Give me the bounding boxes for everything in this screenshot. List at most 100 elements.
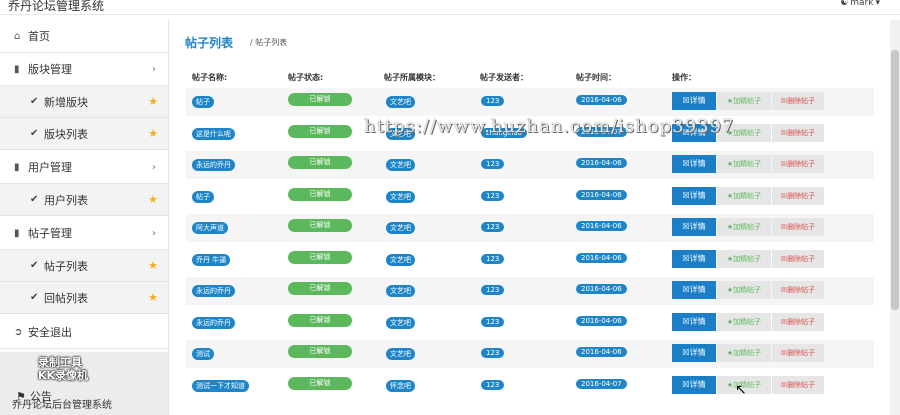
check-icon: ✔	[30, 128, 39, 139]
detail-button[interactable]: ☒详情	[672, 344, 716, 362]
detail-button[interactable]: ☒详情	[672, 375, 716, 394]
post-title[interactable]: 测试一下才知道	[192, 379, 249, 392]
sidebar-item-user-mgmt[interactable]: ▮ 用户管理 ›	[0, 151, 168, 184]
detail-button[interactable]: ☒详情	[672, 218, 716, 236]
pin-post-button[interactable]: ★加精帖子	[717, 218, 771, 236]
star-icon: ★	[148, 193, 158, 206]
pin-label: 加精帖子	[733, 223, 762, 231]
status-badge: 已解锁	[288, 219, 352, 232]
file-icon: ▮	[14, 227, 20, 239]
delete-label: 删除帖子	[787, 128, 816, 137]
sidebar-item-logout[interactable]: ➲ 安全退出	[0, 316, 168, 349]
table-row: 测试 已解锁 文艺吧 123 2016-04-06 ☒详情 ★加精帖子 ☒删除帖子	[186, 340, 874, 369]
sidebar-item-board-list[interactable]: ✔ 版块列表 ★	[0, 118, 168, 150]
pin-label: 加精帖子	[733, 128, 762, 137]
user-menu[interactable]: ☯ mark ▾	[840, 0, 880, 8]
pin-post-button[interactable]: ★加精帖子	[717, 344, 771, 362]
delete-post-button[interactable]: ☒删除帖子	[772, 92, 824, 110]
time-badge: 2016-04-06	[576, 315, 627, 326]
sidebar-item-label: 新增版块	[44, 95, 88, 109]
sidebar-item-post-list[interactable]: ✔ 帖子列表 ★	[0, 250, 168, 282]
detail-icon: ☒	[682, 159, 690, 168]
main-content: 帖子列表 / 帖子列表 帖子名称: 帖子状态: 帖子所属模块： 帖子发送者： 帖…	[174, 20, 890, 415]
delete-label: 删除帖子	[787, 254, 816, 263]
post-title[interactable]: 测试	[192, 348, 214, 360]
pin-post-button[interactable]: ★加精帖子	[717, 186, 771, 205]
detail-icon: ☒	[682, 253, 690, 263]
sidebar-item-post-mgmt[interactable]: ▮ 帖子管理 ›	[0, 217, 168, 250]
post-title[interactable]: 帖子	[192, 96, 214, 108]
sidebar-item-board-mgmt[interactable]: ▮ 版块管理 ›	[0, 53, 168, 86]
sidebar-item-reply-list[interactable]: ✔ 回帖列表 ★	[0, 282, 168, 314]
sidebar-item-label: 回帖列表	[44, 291, 88, 305]
detail-label: 详情	[689, 379, 706, 389]
delete-post-button[interactable]: ☒删除帖子	[772, 344, 824, 362]
sidebar-item-user-list[interactable]: ✔ 用户列表 ★	[0, 184, 168, 216]
sidebar-item-label: 用户列表	[44, 193, 88, 207]
detail-label: 详情	[689, 316, 706, 326]
pin-label: 加精帖子	[733, 191, 762, 200]
detail-button[interactable]: ☒详情	[672, 92, 716, 110]
status-badge: 已解锁	[288, 313, 352, 327]
sidebar-item-label: 用户管理	[28, 161, 72, 174]
detail-label: 详情	[689, 222, 706, 231]
status-badge: 已解锁	[288, 250, 352, 264]
module-badge: 文艺吧	[386, 222, 415, 234]
module-badge: 文艺吧	[386, 285, 415, 297]
scrollbar[interactable]	[890, 20, 900, 415]
scrollbar-thumb[interactable]	[891, 50, 899, 310]
delete-label: 删除帖子	[787, 286, 816, 294]
post-title[interactable]: 这是什么呢	[192, 127, 235, 140]
detail-icon: ☒	[682, 285, 690, 294]
sidebar-item-board-add[interactable]: ✔ 新增版块 ★	[0, 86, 168, 118]
delete-post-button[interactable]: ☒删除帖子	[772, 375, 824, 394]
delete-post-button[interactable]: ☒删除帖子	[772, 186, 824, 205]
time-badge: 2016-04-06	[576, 284, 627, 294]
post-title[interactable]: 永远的乔丹	[192, 285, 235, 297]
time-badge: 2016-04-06	[576, 347, 627, 357]
sidebar-item-label: 帖子列表	[44, 259, 88, 273]
logout-icon: ➲	[14, 326, 23, 338]
sidebar-item-label: 版块管理	[28, 63, 72, 76]
sidebar-item-label: 版块列表	[44, 127, 88, 141]
chevron-right-icon: ›	[152, 161, 156, 173]
sidebar-item-home[interactable]: ⌂ 首页	[0, 20, 168, 53]
time-badge: 2016-04-06	[576, 95, 627, 105]
post-title[interactable]: 乔丹 牛逼	[192, 253, 231, 266]
author-badge: 123	[481, 159, 505, 169]
delete-post-button[interactable]: ☒删除帖子	[772, 155, 824, 173]
pin-post-button[interactable]: ★加精帖子	[717, 312, 771, 331]
pin-label: 加精帖子	[733, 160, 762, 168]
table-row: 永远的乔丹 已解锁 文艺吧 123 2016-04-06 ☒详情 ★加精帖子 ☒删除帖子	[186, 151, 874, 180]
detail-button[interactable]: ☒详情	[672, 155, 716, 173]
page-title: 帖子列表	[185, 36, 234, 50]
post-title[interactable]: 帖子	[192, 190, 214, 203]
chevron-right-icon: ›	[152, 227, 156, 239]
sidebar-item-label: 帖子管理	[28, 227, 72, 240]
detail-button[interactable]: ☒详情	[672, 281, 716, 299]
delete-post-button[interactable]: ☒删除帖子	[772, 249, 824, 268]
time-badge: 2016-04-06	[576, 158, 627, 168]
module-badge: 怀念吧	[386, 379, 415, 392]
detail-label: 详情	[689, 159, 706, 168]
detail-label: 详情	[689, 190, 706, 200]
post-title[interactable]: 永远的乔丹	[192, 159, 235, 171]
status-badge: 已解锁	[288, 93, 352, 106]
detail-label: 详情	[689, 96, 706, 105]
table-row: 乔丹 牛逼 已解锁 文艺吧 123 2016-04-06 ☒详情 ★加精帖子 ☒删除帖子	[186, 245, 874, 275]
check-icon: ✔	[30, 292, 39, 303]
pin-post-button[interactable]: ★加精帖子	[717, 155, 771, 173]
delete-post-button[interactable]: ☒删除帖子	[772, 281, 824, 299]
delete-post-button[interactable]: ☒删除帖子	[772, 123, 824, 142]
pin-post-button[interactable]: ★加精帖子	[717, 281, 771, 299]
pin-post-button[interactable]: ★加精帖子	[717, 92, 771, 110]
detail-button[interactable]: ☒详情	[672, 186, 716, 205]
star-icon: ★	[148, 95, 158, 108]
detail-button[interactable]: ☒详情	[672, 249, 716, 268]
post-title[interactable]: 阿大声道	[192, 222, 228, 234]
delete-post-button[interactable]: ☒删除帖子	[772, 218, 824, 236]
delete-post-button[interactable]: ☒删除帖子	[772, 312, 824, 331]
pin-post-button[interactable]: ★加精帖子	[717, 249, 771, 268]
post-title[interactable]: 永远的乔丹	[192, 316, 235, 329]
detail-button[interactable]: ☒详情	[672, 312, 716, 331]
